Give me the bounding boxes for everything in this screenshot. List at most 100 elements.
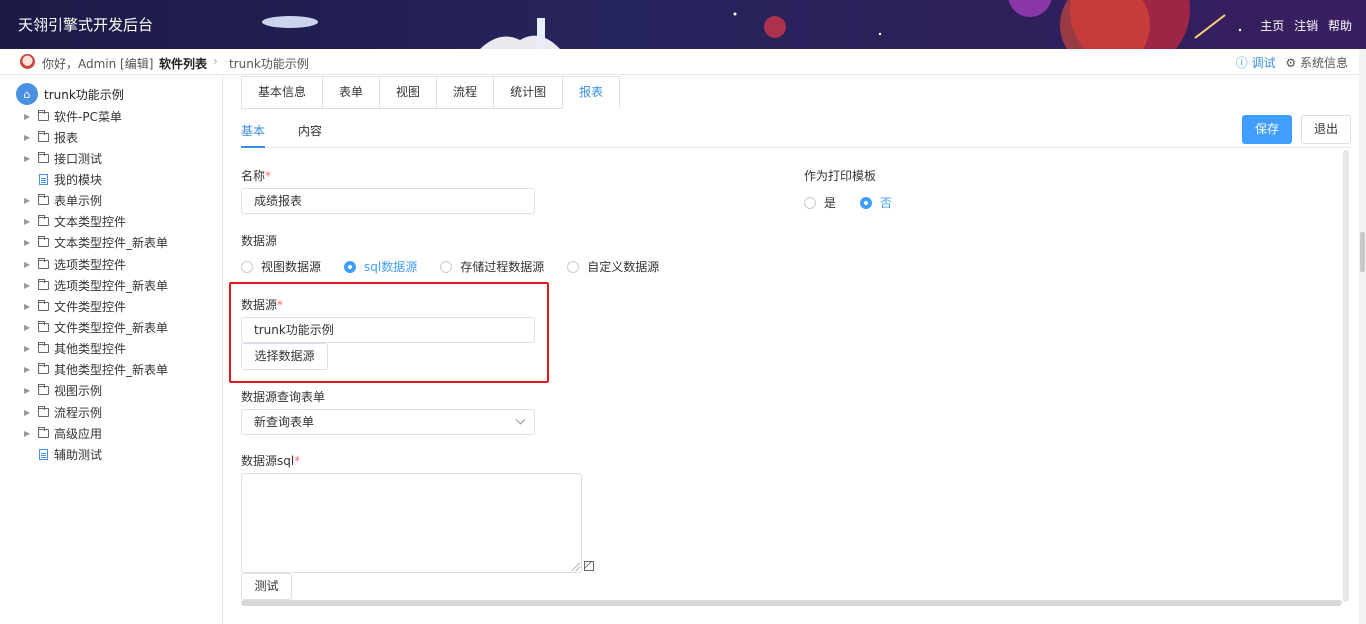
- folder-icon: [38, 321, 49, 332]
- main-tabs: 基本信息 表单 视图 流程 统计图 报表: [241, 76, 621, 109]
- tab-report[interactable]: 报表: [563, 76, 621, 109]
- page-scrollbar-thumb[interactable]: [1360, 232, 1365, 272]
- caret-right-icon[interactable]: ▶: [24, 154, 34, 163]
- radio-procedure-ds-label[interactable]: 存储过程数据源: [460, 258, 544, 275]
- tree-item-label: 报表: [54, 130, 79, 145]
- tree-item-label: 选项类型控件: [54, 257, 127, 272]
- tab-view[interactable]: 视图: [380, 76, 438, 109]
- sql-label: 数据源sql*: [241, 452, 300, 469]
- caret-right-icon[interactable]: ▶: [24, 217, 34, 226]
- radio-sql-ds[interactable]: [344, 260, 357, 273]
- query-form-select[interactable]: 新查询表单: [241, 409, 535, 435]
- radio-print-no[interactable]: [860, 196, 873, 209]
- datasource-label-text: 数据源: [241, 298, 278, 312]
- caret-right-icon[interactable]: ▶: [24, 408, 34, 417]
- radio-print-no-label[interactable]: 否: [880, 194, 892, 211]
- tree-item-label: 文件类型控件_新表单: [54, 321, 169, 335]
- tree-item[interactable]: ▶ 接口测试: [24, 149, 102, 167]
- breadcrumb-separator-icon: ›: [213, 54, 218, 68]
- content-vertical-scrollbar[interactable]: [1343, 150, 1349, 602]
- sidebar-tree: ⌂ trunk功能示例 ▶ 软件-PC菜单 ▶ 报表 ▶ 接口测试我的模块 ▶ 表单示例 ▶ 文本…: [0, 76, 223, 624]
- datasource-type-radios: 视图数据源 sql数据源 存储过程数据源 自定义数据源: [241, 258, 659, 275]
- datasource-input[interactable]: trunk功能示例: [241, 317, 535, 343]
- tree-item[interactable]: ▶ 软件-PC菜单: [24, 107, 122, 125]
- home-link[interactable]: 主页: [1260, 19, 1284, 33]
- tree-item[interactable]: ▶ 视图示例: [24, 382, 102, 400]
- select-datasource-button[interactable]: 选择数据源: [241, 343, 328, 370]
- tree-item[interactable]: ▶ 高级应用: [24, 424, 102, 442]
- content-horizontal-scrollbar[interactable]: [241, 600, 1342, 606]
- tree-item[interactable]: ▶ 报表: [24, 128, 78, 146]
- tree-item-label: 视图示例: [54, 384, 103, 399]
- caret-right-icon[interactable]: ▶: [24, 429, 34, 438]
- sql-textarea[interactable]: [241, 473, 582, 573]
- radio-sql-ds-label[interactable]: sql数据源: [364, 258, 417, 275]
- edit-icon[interactable]: [584, 561, 594, 571]
- folder-icon: [38, 194, 49, 206]
- test-button[interactable]: 测试: [241, 573, 292, 600]
- save-button[interactable]: 保存: [1242, 115, 1292, 144]
- tab-basic-info[interactable]: 基本信息: [241, 76, 324, 109]
- folder-icon: [38, 109, 49, 121]
- caret-right-icon[interactable]: ▶: [24, 386, 34, 395]
- caret-right-icon[interactable]: ▶: [24, 302, 34, 311]
- tree-item[interactable]: ▶ 文本类型控件: [24, 213, 126, 231]
- greeting-text[interactable]: 你好，Admin [编辑]: [42, 55, 153, 72]
- header-links: 主页 注销 帮助: [1254, 17, 1352, 34]
- caret-right-icon[interactable]: ▶: [24, 365, 34, 374]
- radio-custom-ds[interactable]: [567, 260, 580, 273]
- tree-item-label: 接口测试: [54, 151, 103, 166]
- folder-icon: [38, 363, 49, 375]
- radio-view-ds-label[interactable]: 视图数据源: [261, 258, 321, 275]
- radio-procedure-ds[interactable]: [440, 260, 453, 273]
- folder-icon: [38, 342, 49, 354]
- tree-item[interactable]: ▶ 文件类型控件_新表单: [24, 319, 168, 337]
- tree-item[interactable]: 我的模块: [24, 170, 102, 188]
- tree-item[interactable]: ▶ 选项类型控件_新表单: [24, 276, 168, 294]
- tree-item[interactable]: ▶ 文本类型控件_新表单: [24, 234, 168, 252]
- tree-root-label: trunk功能示例: [44, 87, 124, 102]
- tree-item-label: 软件-PC菜单: [54, 109, 122, 124]
- required-mark: *: [294, 454, 301, 468]
- logout-link[interactable]: 注销: [1294, 19, 1318, 33]
- tab-form[interactable]: 表单: [323, 76, 381, 109]
- subtab-content[interactable]: 内容: [298, 122, 322, 146]
- tree-item-label: 我的模块: [54, 172, 103, 187]
- radio-custom-ds-label[interactable]: 自定义数据源: [587, 258, 659, 275]
- radio-view-ds[interactable]: [241, 260, 253, 273]
- exit-button[interactable]: 退出: [1301, 115, 1351, 144]
- tab-flow[interactable]: 流程: [437, 76, 495, 109]
- caret-right-icon[interactable]: ▶: [24, 112, 34, 121]
- caret-right-icon[interactable]: ▶: [24, 196, 34, 205]
- app-title: 天翎引擎式开发后台: [18, 16, 154, 34]
- caret-right-icon[interactable]: ▶: [24, 323, 34, 332]
- folder-icon: [38, 215, 49, 227]
- tree-item[interactable]: 辅助测试: [24, 445, 102, 463]
- resize-grip-icon[interactable]: [572, 563, 580, 571]
- tree-item[interactable]: ▶ 其他类型控件_新表单: [24, 361, 168, 379]
- caret-right-icon[interactable]: ▶: [24, 133, 34, 142]
- tree-item[interactable]: ▶ 流程示例: [24, 403, 102, 421]
- caret-right-icon[interactable]: ▶: [24, 260, 34, 269]
- tree-root[interactable]: ⌂ trunk功能示例: [16, 83, 124, 105]
- name-input[interactable]: 成绩报表: [241, 188, 535, 214]
- caret-right-icon[interactable]: ▶: [24, 344, 34, 353]
- tree-item[interactable]: ▶ 选项类型控件: [24, 255, 126, 273]
- tree-item-label: 高级应用: [54, 426, 103, 441]
- debug-link[interactable]: ⓘ 调试: [1236, 56, 1276, 70]
- breadcrumb-software-list[interactable]: 软件列表: [159, 55, 207, 72]
- caret-right-icon[interactable]: ▶: [24, 238, 34, 247]
- page-scrollbar[interactable]: [1359, 49, 1366, 624]
- help-link[interactable]: 帮助: [1328, 19, 1352, 33]
- tree-item[interactable]: ▶ 文件类型控件: [24, 297, 126, 315]
- tree-item[interactable]: ▶ 其他类型控件: [24, 340, 126, 358]
- tree-item-label: 其他类型控件_新表单: [54, 363, 169, 378]
- subtab-basic[interactable]: 基本: [241, 122, 266, 148]
- tab-chart[interactable]: 统计图: [494, 76, 564, 109]
- system-info-link[interactable]: ⚙ 系统信息: [1285, 56, 1348, 70]
- caret-right-icon[interactable]: ▶: [24, 281, 34, 290]
- radio-print-yes[interactable]: [804, 196, 816, 209]
- tree-item[interactable]: ▶ 表单示例: [24, 192, 102, 210]
- radio-print-yes-label[interactable]: 是: [824, 194, 836, 211]
- avatar[interactable]: [20, 54, 35, 69]
